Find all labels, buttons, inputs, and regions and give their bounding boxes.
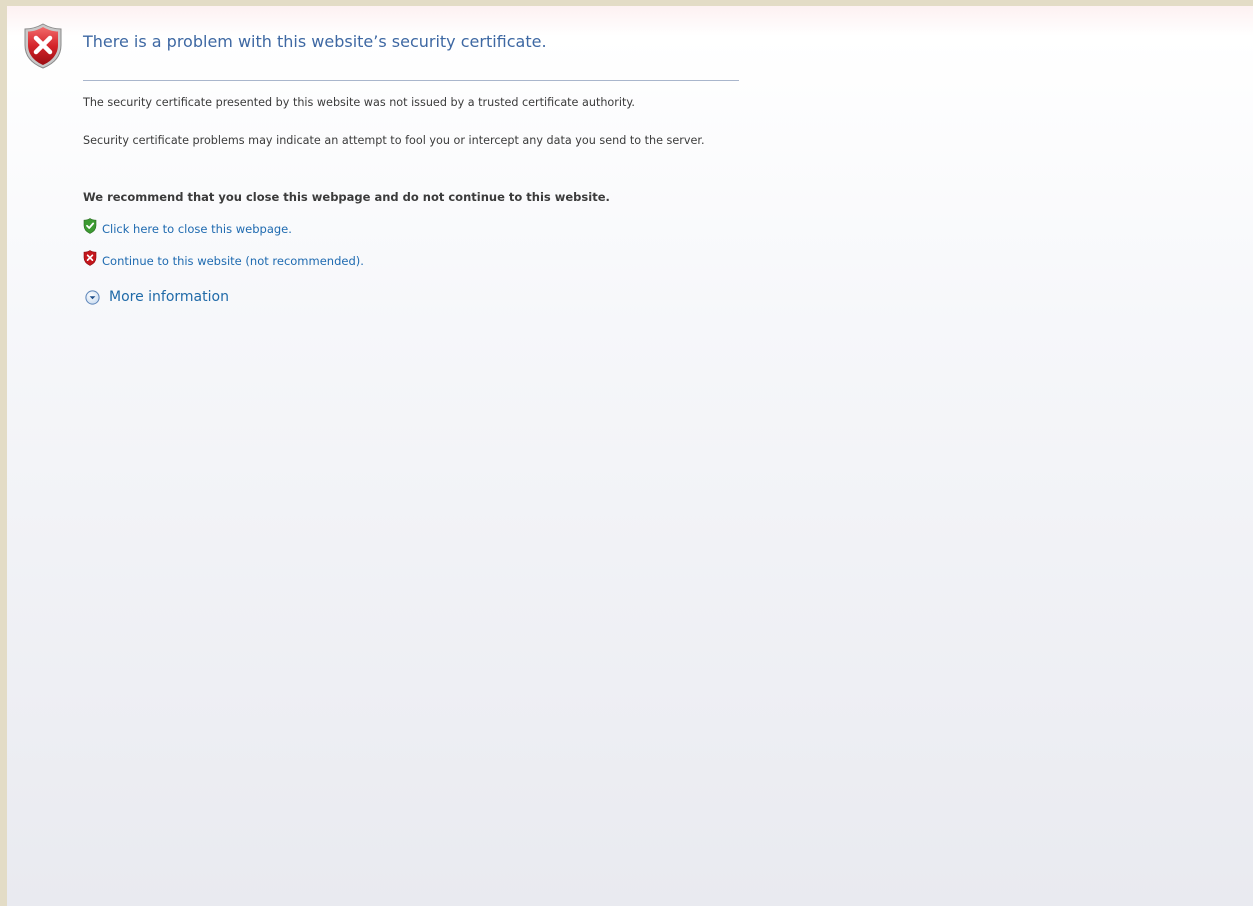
certificate-error-page: There is a problem with this website’s s… — [7, 6, 1253, 906]
recommendation-text: We recommend that you close this webpage… — [83, 190, 610, 204]
untrusted-authority-text: The security certificate presented by th… — [83, 96, 635, 109]
continue-to-website-link[interactable]: Continue to this website (not recommende… — [83, 250, 364, 270]
title-divider — [83, 80, 739, 81]
error-shield-icon — [24, 23, 62, 69]
expand-circle-chevron-down-icon[interactable] — [85, 289, 100, 305]
page-title: There is a problem with this website’s s… — [83, 32, 547, 51]
more-information-label[interactable]: More information — [109, 289, 229, 305]
green-shield-check-icon — [83, 218, 97, 234]
red-shield-x-icon — [83, 250, 97, 266]
security-warning-text: Security certificate problems may indica… — [83, 134, 705, 147]
more-information-toggle[interactable]: More information — [85, 287, 229, 307]
close-webpage-link-label[interactable]: Click here to close this webpage. — [102, 222, 292, 236]
continue-to-website-link-label[interactable]: Continue to this website (not recommende… — [102, 254, 364, 268]
close-webpage-link[interactable]: Click here to close this webpage. — [83, 218, 292, 238]
